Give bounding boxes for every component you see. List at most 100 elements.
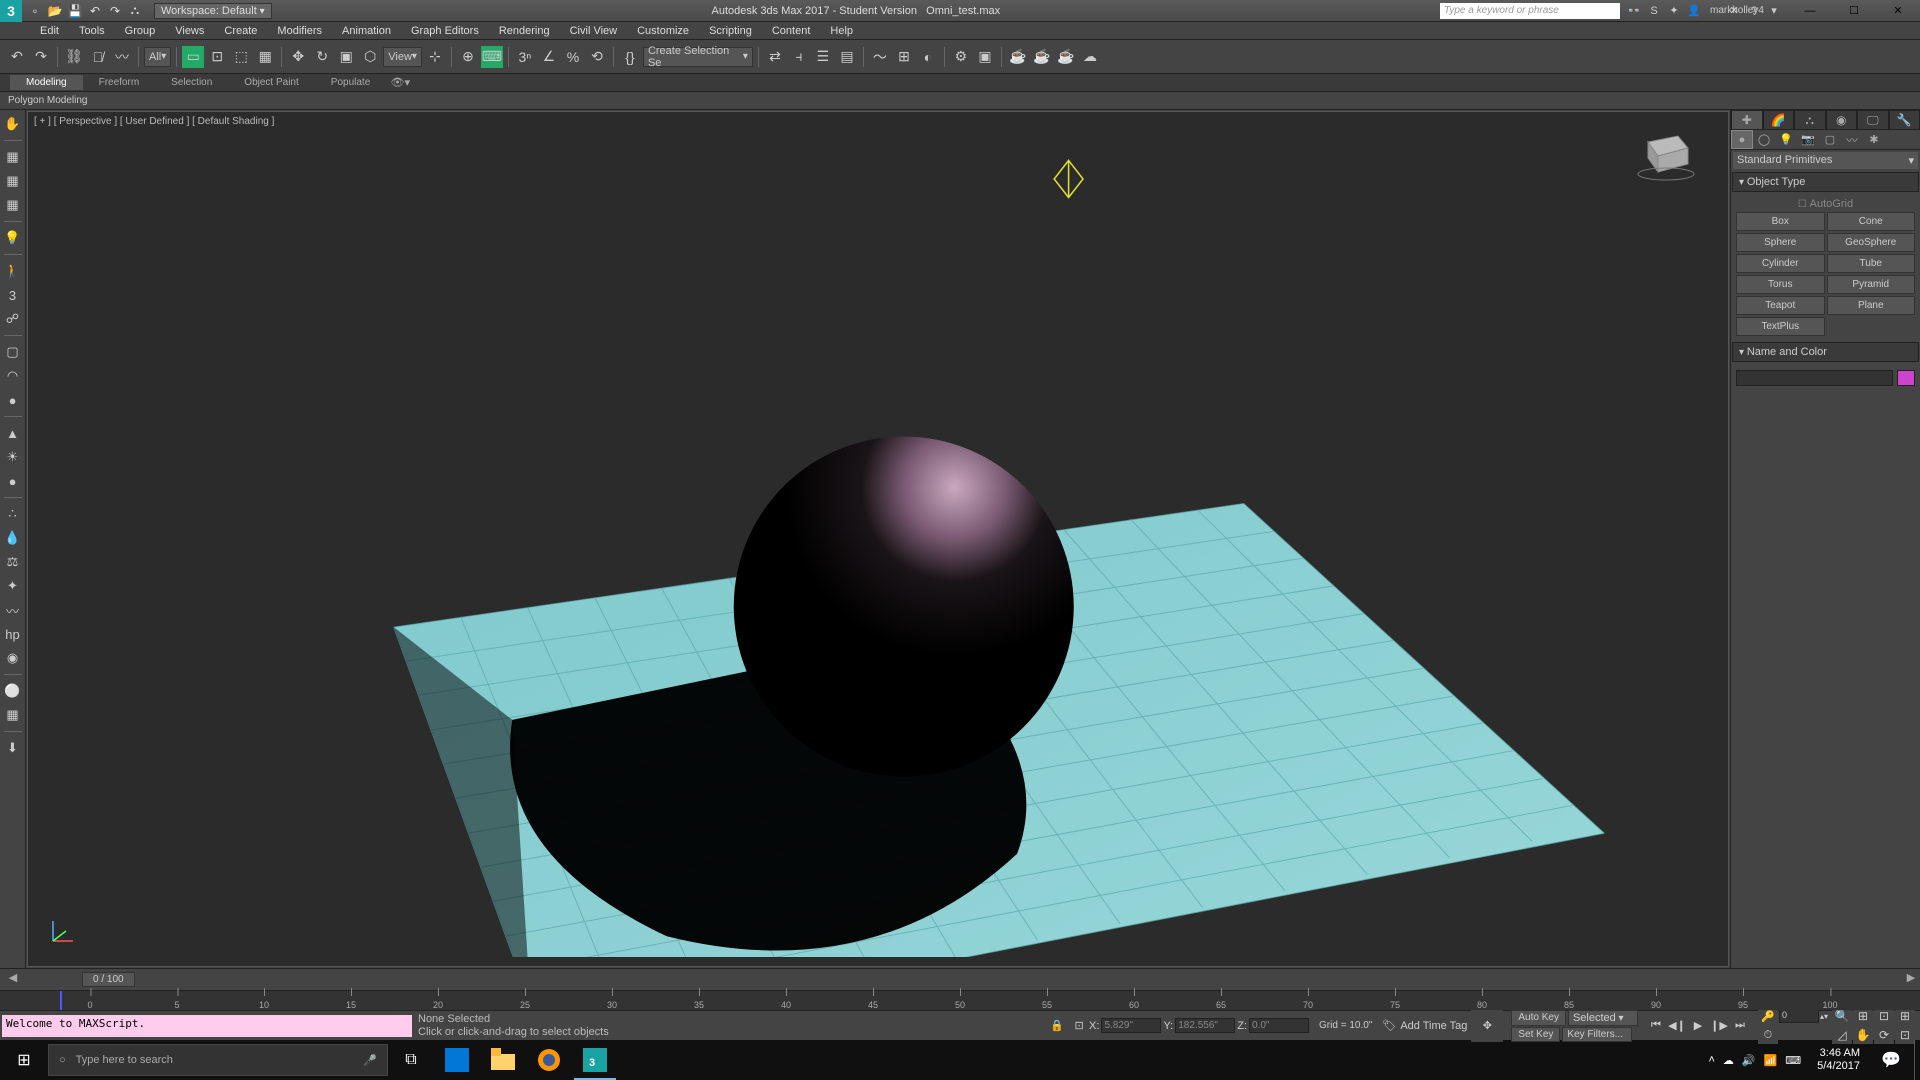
cone-icon[interactable]: ▲ <box>3 423 23 443</box>
autogrid-checkbox[interactable]: ☐ AutoGrid <box>1736 196 1915 212</box>
object-type-header[interactable]: ▾ Object Type <box>1732 172 1919 192</box>
tab-display[interactable]: 🖵 <box>1857 110 1889 130</box>
scale-icon[interactable]: ⚖ <box>3 552 23 572</box>
isolate-icon[interactable]: ⊡ <box>1069 1017 1089 1035</box>
sphere-yellow-icon[interactable]: ● <box>3 390 23 410</box>
favorites-icon[interactable]: ✕ <box>1726 4 1742 17</box>
named-selset-dropdown[interactable]: Create Selection Se ▾ <box>643 47 753 67</box>
menu-content[interactable]: Content <box>762 23 821 39</box>
object-name-input[interactable] <box>1736 370 1893 386</box>
tab-objectpaint[interactable]: Object Paint <box>228 75 314 90</box>
tab-populate[interactable]: Populate <box>315 75 386 90</box>
workspace-selector[interactable]: Workspace: Default ▾ <box>154 3 272 19</box>
name-color-header[interactable]: ▾ Name and Color <box>1732 342 1919 362</box>
app-store[interactable] <box>434 1040 480 1080</box>
tab-create[interactable]: ✚ <box>1731 110 1763 130</box>
undo-icon[interactable]: ↶ <box>86 2 104 20</box>
stone-icon[interactable]: ◉ <box>3 648 23 668</box>
select-object-button[interactable]: ▭ <box>182 46 204 68</box>
select-name-button[interactable]: ⊡ <box>206 46 228 68</box>
dome-icon[interactable]: ◠ <box>3 366 23 386</box>
geosphere-button[interactable]: GeoSphere <box>1827 233 1916 252</box>
hp-icon[interactable]: hp <box>3 624 23 644</box>
grid1-icon[interactable]: ▦ <box>3 147 23 167</box>
tab-modify[interactable]: 🌈 <box>1763 110 1795 130</box>
render-activeshade-button[interactable]: ☕ <box>1055 46 1077 68</box>
selection-filter[interactable]: All ▾ <box>144 47 171 67</box>
ref-coord-dropdown[interactable]: View ▾ <box>383 47 422 67</box>
tray-volume-icon[interactable]: 🔊 <box>1742 1054 1756 1067</box>
goto-end-button[interactable]: ⏭ <box>1730 1017 1750 1035</box>
open-icon[interactable]: 📂 <box>46 2 64 20</box>
exit-icon[interactable]: ⬇ <box>3 738 23 758</box>
layer-explorer-button[interactable]: ☰ <box>812 46 834 68</box>
sub-shapes[interactable]: ◯ <box>1753 130 1775 149</box>
tab-freeform[interactable]: Freeform <box>83 75 156 90</box>
tab-modeling[interactable]: Modeling <box>10 75 83 90</box>
keyboard-shortcut-button[interactable]: ⌨ <box>481 46 503 68</box>
curve-editor-button[interactable]: 〜 <box>869 46 891 68</box>
bones-icon[interactable]: ☍ <box>3 309 23 329</box>
tube-button[interactable]: Tube <box>1827 254 1916 273</box>
notifications-button[interactable]: 💬 <box>1868 1040 1914 1080</box>
setkey-button[interactable]: Set Key <box>1511 1027 1560 1042</box>
perspective-viewport[interactable]: [ + ] [ Perspective ] [ User Defined ] [… <box>27 111 1729 967</box>
render-online-button[interactable]: ☁ <box>1079 46 1101 68</box>
add-time-tag[interactable]: Add Time Tag <box>1400 1020 1467 1032</box>
new-icon[interactable]: ▫ <box>26 2 44 20</box>
maximize-button[interactable]: ☐ <box>1832 0 1876 22</box>
tray-onedrive-icon[interactable]: ☁ <box>1723 1054 1734 1067</box>
next-frame-button[interactable]: ❙▶ <box>1709 1017 1729 1035</box>
torus-button[interactable]: Torus <box>1736 275 1825 294</box>
time-config-icon[interactable]: ⏱ <box>1758 1026 1778 1044</box>
ribbon-eye-icon[interactable]: 👁▾ <box>386 76 414 89</box>
sub-spacewarps[interactable]: 〰 <box>1841 130 1863 149</box>
rotate-button[interactable]: ↻ <box>311 46 333 68</box>
menu-help[interactable]: Help <box>820 23 863 39</box>
menu-scripting[interactable]: Scripting <box>699 23 762 39</box>
link-button[interactable]: ⛓ <box>63 46 85 68</box>
hand-icon[interactable]: ✋ <box>3 114 23 134</box>
bind-button[interactable]: 〰 <box>111 46 133 68</box>
textplus-button[interactable]: TextPlus <box>1736 317 1825 336</box>
cone-button[interactable]: Cone <box>1827 212 1916 231</box>
menu-group[interactable]: Group <box>115 23 166 39</box>
keymode-dropdown[interactable]: Selected ▾ <box>1568 1010 1638 1026</box>
cylinder-button[interactable]: Cylinder <box>1736 254 1825 273</box>
menu-customize[interactable]: Customize <box>627 23 699 39</box>
redo-icon[interactable]: ↷ <box>106 2 124 20</box>
taskbar-search[interactable]: ○ Type here to search 🎤 <box>48 1044 388 1076</box>
redo-button[interactable]: ↷ <box>30 46 52 68</box>
tab-motion[interactable]: ◉ <box>1826 110 1858 130</box>
menu-views[interactable]: Views <box>165 23 214 39</box>
app-logo[interactable]: 3 <box>0 0 22 22</box>
grass-icon[interactable]: 〰 <box>3 600 23 620</box>
bulb-icon[interactable]: 💡 <box>3 228 23 248</box>
select-window-button[interactable]: ▦ <box>254 46 276 68</box>
sub-cameras[interactable]: 📷 <box>1797 130 1819 149</box>
user-name[interactable]: markholley4 <box>1706 5 1722 16</box>
tab-hierarchy[interactable]: ⛬ <box>1794 110 1826 130</box>
time-slider-knob[interactable]: 0 / 100 <box>82 972 135 987</box>
play-button[interactable]: ▶ <box>1688 1017 1708 1035</box>
help-icon[interactable]: ? <box>1746 5 1762 17</box>
tray-keyboard-icon[interactable]: ⌨ <box>1785 1054 1801 1067</box>
current-frame-field[interactable]: 0 <box>1779 1009 1819 1023</box>
app-explorer[interactable] <box>480 1040 526 1080</box>
particles-icon[interactable]: ∴ <box>3 504 23 524</box>
box-icon[interactable]: ▢ <box>3 342 23 362</box>
material-editor-button[interactable]: ◐ <box>917 46 939 68</box>
toggle-ribbon-button[interactable]: ▤ <box>836 46 858 68</box>
select-rect-button[interactable]: ⬚ <box>230 46 252 68</box>
sphere-button[interactable]: Sphere <box>1736 233 1825 252</box>
taskview-button[interactable]: ⧉ <box>388 1040 434 1080</box>
sub-systems[interactable]: ✱ <box>1863 130 1885 149</box>
menu-animation[interactable]: Animation <box>332 23 401 39</box>
big-move-icon[interactable]: ✥ <box>1471 1010 1503 1042</box>
subscription-icon[interactable]: S <box>1646 5 1662 17</box>
edit-selset-button[interactable]: {} <box>619 46 641 68</box>
infocenter-search[interactable]: Type a keyword or phrase <box>1440 3 1620 19</box>
tab-selection[interactable]: Selection <box>155 75 228 90</box>
mic-icon[interactable]: 🎤 <box>363 1054 377 1067</box>
menu-grapheditors[interactable]: Graph Editors <box>401 23 489 39</box>
